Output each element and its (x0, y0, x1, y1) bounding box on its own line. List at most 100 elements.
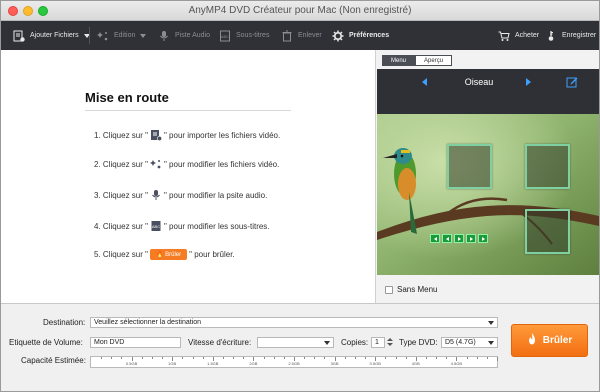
step-4: 4. Cliquez sur " ABC " pour modifier les… (94, 218, 270, 234)
step-text: " pour modifier les fichiers vidéo. (163, 159, 280, 169)
ruler-tick-label: 4GB (411, 361, 420, 366)
chapter-thumbnail-2[interactable] (525, 144, 570, 189)
step-5: 5. Cliquez sur " 🔥 Brûler " pour brûler. (94, 246, 235, 262)
ruler-tick (385, 357, 387, 359)
last-page-icon[interactable] (478, 234, 488, 243)
register-label: Enregistrer (562, 32, 597, 39)
ruler-tick (192, 357, 194, 359)
volume-label-input[interactable]: Mon DVD (90, 337, 181, 348)
copies-stepper[interactable] (387, 337, 393, 348)
playback-controls (430, 234, 488, 243)
preferences-button[interactable]: Préférences (332, 27, 389, 44)
copies-input[interactable]: 1 (371, 337, 385, 348)
getting-started-title: Mise en route (85, 90, 169, 105)
first-page-icon[interactable] (430, 234, 440, 243)
next-theme-button[interactable] (526, 78, 531, 86)
subtitle-icon: ABC (219, 30, 231, 42)
capacity-ruler: 0.5GB 1GB 1.5GB 2GB 2.5GB 3GB 3.5GB 4GB 4.5GB (90, 356, 498, 368)
step-3: 3. Cliquez sur " " pour modifier la psit… (94, 187, 267, 203)
chevron-down-icon (324, 341, 330, 345)
subtitles-button[interactable]: ABC Sous-titres (219, 27, 269, 44)
microphone-icon (158, 30, 170, 42)
rewind-icon[interactable] (442, 234, 452, 243)
ruler-tick (314, 357, 316, 359)
chapter-thumbnail-1[interactable] (447, 144, 492, 189)
chevron-down-icon (140, 33, 147, 38)
step-text: " pour modifier les sous-titres. (163, 221, 270, 231)
view-tabs: Menu Aperçu (382, 55, 453, 66)
dvd-type-value: D5 (4.7G) (445, 339, 476, 346)
step-text: " pour modifier la psite audio. (163, 190, 268, 200)
theme-selector: Oiseau (377, 69, 599, 97)
ruler-tick (466, 357, 468, 359)
heading-divider (85, 110, 291, 111)
write-speed-label: Vitesse d'écriture: (188, 338, 252, 347)
destination-select[interactable]: Veuillez sélectionner la destination (90, 317, 498, 328)
buy-label: Acheter (515, 32, 540, 39)
toolbar-divider (89, 27, 90, 44)
burn-label: Brûler (542, 335, 573, 346)
ruler-tick-label: 4.5GB (450, 361, 463, 366)
step-text: 4. Cliquez sur " (94, 221, 148, 231)
ruler-tick (273, 357, 275, 359)
step-text: 3. Cliquez sur " (94, 190, 148, 200)
add-files-button[interactable]: Ajouter Fichiers (13, 27, 90, 44)
edit-menu-button[interactable] (566, 76, 578, 88)
no-menu-option[interactable]: Sans Menu (385, 285, 437, 294)
pencil-icon (566, 77, 578, 88)
burn-button[interactable]: Brûler (511, 324, 588, 357)
subtitle-icon: ABC (150, 220, 162, 232)
theme-name: Oiseau (464, 77, 494, 87)
step-text: 5. Cliquez sur " (94, 249, 148, 259)
chapter-thumbnail-3[interactable] (525, 209, 570, 254)
svg-text:ABC: ABC (221, 34, 229, 39)
ruler-tick (121, 357, 123, 359)
write-speed-select[interactable] (257, 337, 334, 348)
ruler-tick (476, 357, 478, 359)
window-title: AnyMP4 DVD Créateur pour Mac (Non enregi… (188, 5, 412, 16)
ruler-tick (151, 357, 153, 359)
app-window: AnyMP4 DVD Créateur pour Mac (Non enregi… (0, 0, 600, 392)
magic-edit-icon (149, 158, 162, 170)
add-file-icon (13, 30, 25, 42)
step-text: 1. Cliquez sur " (94, 130, 148, 140)
cart-icon (498, 30, 510, 42)
ruler-tick (497, 357, 498, 361)
preferences-label: Préférences (349, 32, 390, 39)
volume-label: Etiquette de Volume: (9, 338, 83, 347)
tab-menu[interactable]: Menu (382, 55, 416, 66)
ruler-tick (202, 357, 204, 359)
ruler-tick (263, 357, 265, 359)
ruler-tick (405, 357, 407, 359)
audio-track-label: Piste Audio (175, 32, 211, 39)
remove-label: Enlever (298, 32, 322, 39)
ruler-tick (324, 357, 326, 359)
ruler-tick (283, 357, 285, 359)
ruler-tick (243, 357, 245, 359)
step-text: " pour importer les fichiers vidéo. (163, 130, 281, 140)
edit-button[interactable]: Edition (97, 27, 147, 44)
flame-icon (527, 333, 537, 348)
previous-theme-button[interactable] (422, 78, 427, 86)
dvd-type-select[interactable]: D5 (4.7G) (441, 337, 498, 348)
remove-button[interactable]: Enlever (281, 27, 322, 44)
no-menu-checkbox[interactable] (385, 285, 393, 294)
menu-panel: Menu Aperçu Oiseau Sans Menu (375, 50, 599, 303)
ruler-tick (101, 357, 103, 359)
tab-preview[interactable]: Aperçu (415, 55, 453, 66)
play-icon[interactable] (454, 234, 464, 243)
step-text: " pour brûler. (189, 249, 235, 259)
audio-track-button[interactable]: Piste Audio (158, 27, 210, 44)
fast-forward-icon[interactable] (466, 234, 476, 243)
menu-template-area: Oiseau (377, 69, 599, 275)
ruler-tick (486, 357, 488, 359)
register-button[interactable]: Enregistrer (545, 27, 596, 44)
trash-icon (281, 30, 293, 42)
buy-button[interactable]: Acheter (498, 27, 539, 44)
chevron-down-icon (488, 321, 494, 325)
step-text: 2. Cliquez sur " (94, 159, 148, 169)
microphone-icon (150, 189, 162, 201)
copies-label: Copies: (341, 338, 369, 347)
inline-burn-label: Brûler (165, 251, 182, 258)
ruler-tick-label: 2.5GB (288, 361, 300, 366)
